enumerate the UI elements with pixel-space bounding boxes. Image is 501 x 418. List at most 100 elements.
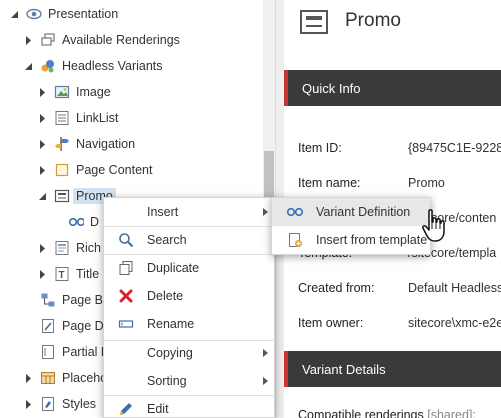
- tree-item-label: Styles: [62, 397, 97, 411]
- tree-item-label: Headless Variants: [62, 59, 163, 73]
- collapse-arrow-icon[interactable]: [8, 3, 20, 25]
- submenu-arrow-icon: [263, 377, 268, 385]
- image-icon: [54, 84, 70, 100]
- tree-item-navigation[interactable]: Navigation: [36, 133, 135, 155]
- expand-arrow-icon[interactable]: [22, 29, 34, 51]
- styles-icon: [40, 396, 56, 412]
- tree-item-label: Page Br: [62, 293, 108, 307]
- item-owner-value: sitecore\xmc-e2e: [408, 316, 501, 330]
- tree-item-page-designs[interactable]: Page De: [22, 315, 111, 337]
- tree-item-label: Available Renderings: [62, 33, 180, 47]
- variant-definition-icon: [68, 214, 84, 230]
- tree-item-label: Navigation: [76, 137, 136, 151]
- compatible-renderings-label: Compatible renderings [shared]:: [298, 408, 476, 418]
- tree-item-presentation[interactable]: Presentation: [8, 3, 118, 25]
- tree-item-page-content[interactable]: Page Content: [36, 159, 152, 181]
- item-id-label: Item ID:: [298, 141, 342, 155]
- tree-item-page-branches[interactable]: Page Br: [22, 289, 107, 311]
- breadcrumb-icon: [40, 292, 56, 308]
- expand-arrow-icon[interactable]: [36, 237, 48, 259]
- submenu-item-label: Insert from template: [316, 233, 428, 247]
- list-icon: [54, 110, 70, 126]
- section-heading: Quick Info: [302, 80, 361, 96]
- duplicate-icon: [118, 260, 134, 276]
- tree-item-label: D: [90, 215, 100, 229]
- item-owner-label: Item owner:: [298, 316, 364, 330]
- shared-tag: [shared]:: [427, 408, 476, 418]
- expand-arrow-icon[interactable]: [36, 263, 48, 285]
- variant-definition-icon: [286, 204, 304, 220]
- item-id-value: {89475C1E-9228: [408, 141, 501, 155]
- tree-item-label: Image: [76, 85, 111, 99]
- menu-item-delete[interactable]: Delete: [104, 282, 274, 310]
- menu-item-copying[interactable]: Copying: [104, 339, 274, 367]
- page-title: Promo: [345, 10, 401, 31]
- submenu-item-insert-from-template[interactable]: Insert from template: [272, 226, 430, 254]
- item-name-value: Promo: [408, 176, 445, 190]
- menu-item-search[interactable]: Search: [104, 226, 274, 254]
- insert-submenu: Variant Definition Insert from template: [271, 197, 431, 255]
- page-designs-icon: [40, 318, 56, 334]
- menu-item-duplicate[interactable]: Duplicate: [104, 254, 274, 282]
- menu-item-label: Rename: [147, 317, 195, 331]
- submenu-arrow-icon: [263, 349, 268, 357]
- tree-item-label: Rich: [76, 241, 102, 255]
- tree-item-variant-definition[interactable]: D: [50, 211, 99, 233]
- title-icon: T: [54, 266, 70, 282]
- menu-item-sorting[interactable]: Sorting: [104, 367, 274, 395]
- expand-arrow-icon[interactable]: [22, 367, 34, 389]
- section-heading: Variant Details: [302, 361, 386, 377]
- menu-item-insert[interactable]: Insert: [104, 198, 274, 226]
- tree-item-available-renderings[interactable]: Available Renderings: [22, 29, 180, 51]
- submenu-item-variant-definition[interactable]: Variant Definition: [272, 198, 430, 226]
- menu-item-label: Insert: [147, 205, 179, 219]
- insert-template-icon: [286, 232, 304, 248]
- tree-item-styles[interactable]: Styles: [22, 393, 96, 415]
- promo-icon: [54, 188, 70, 204]
- rename-icon: [118, 316, 134, 332]
- menu-item-edit[interactable]: Edit: [104, 395, 274, 418]
- quick-info-header[interactable]: Quick Info: [284, 70, 501, 106]
- tree-item-linklist[interactable]: LinkList: [36, 107, 118, 129]
- tree-item-label: Title: [76, 267, 100, 281]
- compatible-renderings-text: Compatible renderings: [298, 408, 424, 418]
- item-name-label: Item name:: [298, 176, 361, 190]
- collapse-arrow-icon[interactable]: [36, 185, 48, 207]
- signpost-icon: [54, 136, 70, 152]
- hand-cursor-icon: [420, 208, 448, 244]
- tree-item-headless-variants[interactable]: Headless Variants: [22, 55, 163, 77]
- context-menu: Insert Search Duplicate Delete Rename Co…: [103, 197, 275, 418]
- collapse-arrow-icon[interactable]: [22, 55, 34, 77]
- svg-text:T: T: [59, 270, 65, 281]
- menu-item-label: Search: [147, 233, 187, 247]
- tree-item-label: Page Content: [76, 163, 153, 177]
- tree-item-partial-designs[interactable]: Partial D: [22, 341, 110, 363]
- expand-arrow-icon[interactable]: [36, 133, 48, 155]
- delete-icon: [118, 288, 134, 304]
- eye-icon: [26, 6, 42, 22]
- tree-item-label: Presentation: [48, 7, 119, 21]
- expand-arrow-icon[interactable]: [36, 81, 48, 103]
- edit-icon: [118, 401, 134, 417]
- variant-details-header[interactable]: Variant Details: [284, 351, 501, 387]
- partial-designs-icon: [40, 344, 56, 360]
- variants-icon: [40, 58, 56, 74]
- tree-item-image[interactable]: Image: [36, 81, 111, 103]
- menu-item-rename[interactable]: Rename: [104, 310, 274, 338]
- menu-item-label: Delete: [147, 289, 184, 303]
- expand-arrow-icon[interactable]: [22, 393, 34, 415]
- expand-arrow-icon[interactable]: [36, 107, 48, 129]
- submenu-item-label: Variant Definition: [316, 205, 411, 219]
- tree-item-rich-text[interactable]: Rich: [36, 237, 101, 259]
- expand-arrow-icon[interactable]: [36, 159, 48, 181]
- menu-item-label: Sorting: [147, 374, 187, 388]
- page-icon: [54, 162, 70, 178]
- tree-item-title[interactable]: T Title: [36, 263, 99, 285]
- tree-item-placeholder-settings[interactable]: Placeho: [22, 367, 107, 389]
- menu-item-label: Edit: [147, 402, 169, 416]
- rich-text-icon: [54, 240, 70, 256]
